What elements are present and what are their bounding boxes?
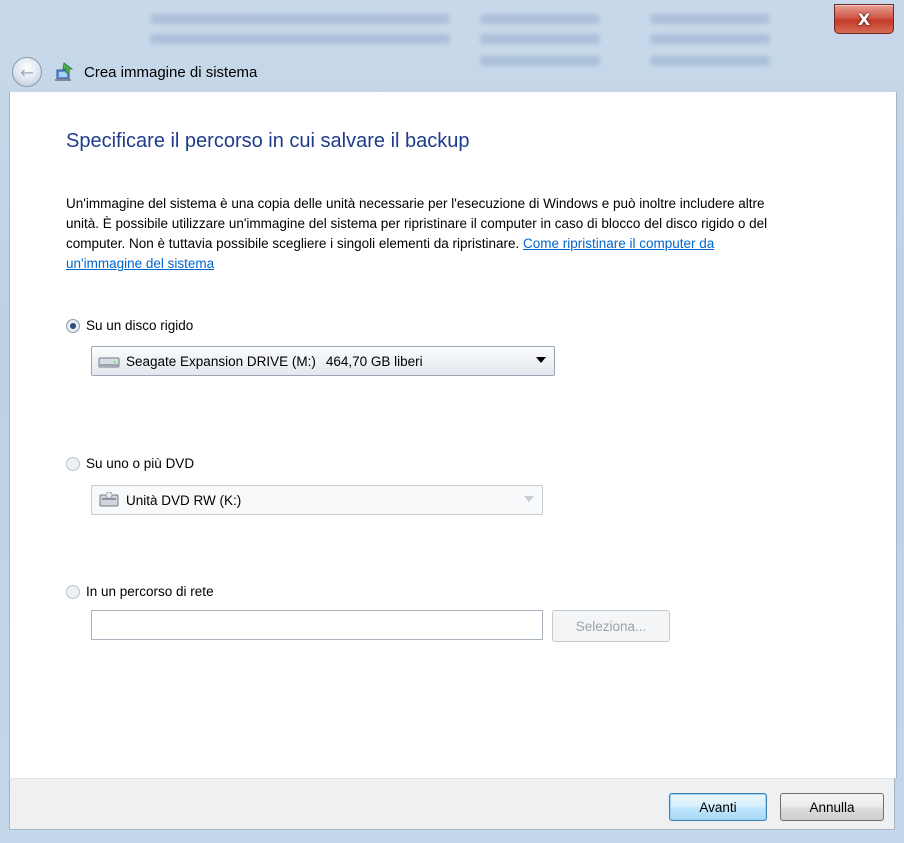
chevron-down-icon[interactable] xyxy=(524,496,534,502)
title-bar: ← Crea immagine di sistema xyxy=(8,52,896,92)
description-text: Un'immagine del sistema è una copia dell… xyxy=(66,194,786,274)
radio-network-label: In un percorso di rete xyxy=(86,584,214,599)
close-icon: X xyxy=(857,9,871,29)
dvd-drive-name: Unità DVD RW (K:) xyxy=(126,492,242,508)
select-network-button[interactable]: Seleziona... xyxy=(552,610,670,642)
glass-blur-row xyxy=(150,34,450,44)
glass-blur-row xyxy=(650,34,770,44)
close-button[interactable]: X xyxy=(834,4,894,34)
next-button[interactable]: Avanti xyxy=(669,793,767,821)
glass-blur-row xyxy=(480,34,600,44)
radio-hard-disk[interactable]: Su un disco rigido xyxy=(66,318,193,333)
hard-drive-icon xyxy=(98,357,120,368)
hard-disk-drive-name: Seagate Expansion DRIVE (M:) xyxy=(126,353,316,369)
radio-dvd[interactable]: Su uno o più DVD xyxy=(66,456,194,471)
hard-disk-free-space: 464,70 GB liberi xyxy=(325,353,423,369)
radio-network[interactable]: In un percorso di rete xyxy=(66,584,214,599)
network-path-input[interactable] xyxy=(91,610,543,640)
system-image-icon xyxy=(55,62,74,81)
back-button[interactable]: ← xyxy=(12,57,42,87)
hard-disk-select[interactable]: Seagate Expansion DRIVE (M:) 464,70 GB l… xyxy=(91,346,555,376)
radio-button-checked[interactable] xyxy=(66,318,80,333)
back-arrow-icon: ← xyxy=(20,62,34,82)
dvd-drive-icon xyxy=(99,492,119,507)
content-area: Specificare il percorso in cui salvare i… xyxy=(9,92,897,778)
glass-blur-row xyxy=(480,14,600,24)
dvd-select[interactable]: Unità DVD RW (K:) xyxy=(91,485,543,515)
radio-button-unchecked[interactable] xyxy=(66,456,80,471)
radio-dvd-label: Su uno o più DVD xyxy=(86,456,195,471)
glass-blur-row xyxy=(650,14,770,24)
radio-button-unchecked[interactable] xyxy=(66,584,80,599)
window-frame: X ← Crea immagine di sistema Specificare… xyxy=(0,0,904,843)
chevron-down-icon[interactable] xyxy=(536,357,546,363)
window-title: Crea immagine di sistema xyxy=(84,63,258,81)
glass-blur-row xyxy=(150,14,450,24)
page-heading: Specificare il percorso in cui salvare i… xyxy=(66,130,470,152)
cancel-button[interactable]: Annulla xyxy=(780,793,884,821)
radio-hard-disk-label: Su un disco rigido xyxy=(86,318,194,333)
footer-bar: Avanti Annulla xyxy=(9,778,895,830)
